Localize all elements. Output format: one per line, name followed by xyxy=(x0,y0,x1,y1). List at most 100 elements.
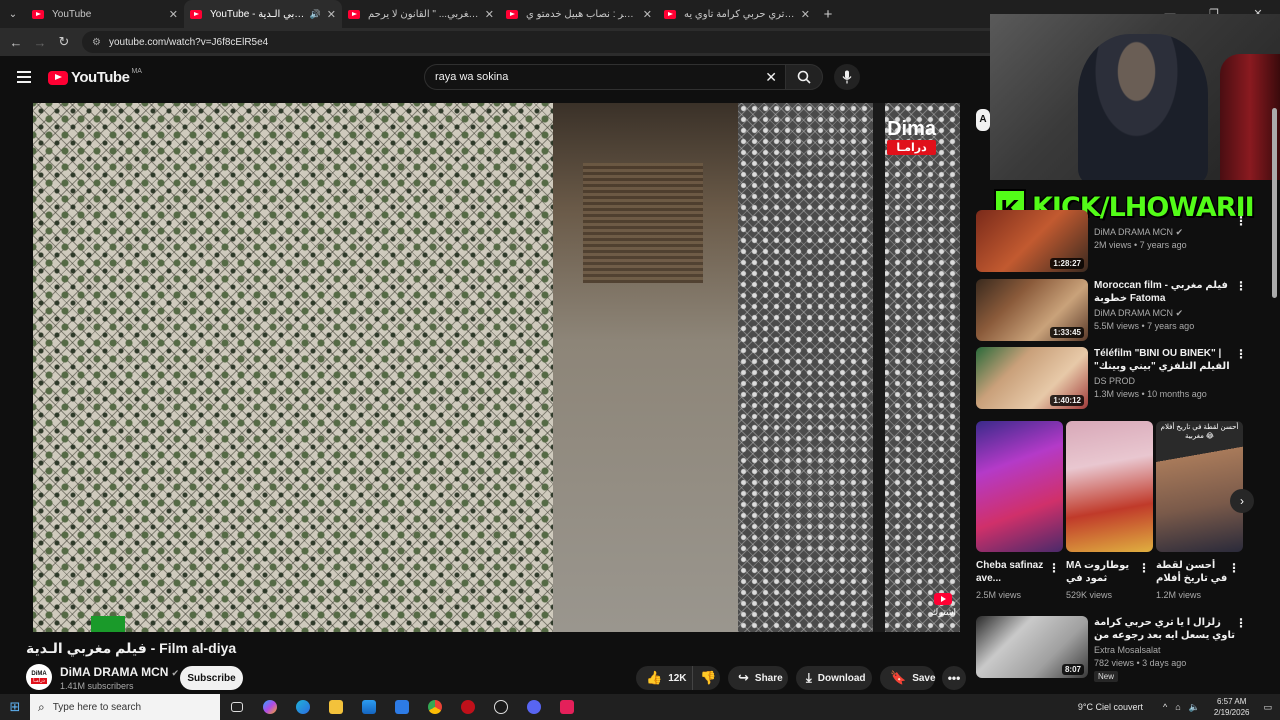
menu-icon[interactable] xyxy=(17,71,31,86)
more-vert-icon[interactable]: ⋮ xyxy=(1138,561,1150,575)
search-button[interactable] xyxy=(785,64,823,90)
more-vert-icon[interactable]: ⋮ xyxy=(1235,616,1247,630)
short-title[interactable]: Cheba safinaz ave... xyxy=(976,559,1048,585)
subscribe-watermark-text: اشترك xyxy=(930,607,956,617)
back-icon[interactable]: ← xyxy=(4,35,28,50)
video-thumbnail[interactable]: 1:33:45 xyxy=(976,279,1088,341)
browser-tab-3[interactable]: فيلم مغربي... " القانون لا يرحم " ✕ xyxy=(342,0,500,28)
speaker-icon[interactable]: 🔊 xyxy=(310,9,321,20)
new-tab-button[interactable]: + xyxy=(816,6,840,23)
verified-icon: ✔ xyxy=(1175,308,1184,318)
tab-close-icon[interactable]: ✕ xyxy=(801,8,810,21)
channel-name[interactable]: DiMA DRAMA MCN xyxy=(60,665,168,679)
tab-title: فيلم مغربي... " القانون لا يرحم " xyxy=(368,8,479,20)
obs-icon[interactable] xyxy=(484,694,517,720)
rec-title[interactable]: Téléfilm "BINI OU BINEK" | الفيلم التلفز… xyxy=(1094,347,1244,373)
search-icon xyxy=(797,70,811,84)
short-thumbnail[interactable] xyxy=(976,421,1063,552)
recommendation-item[interactable]: 1:28:27 DiMA DRAMA MCN ✔ 2M views • 7 ye… xyxy=(976,210,1261,272)
short-title[interactable]: MA يوطاروت ثمود في رمضان xyxy=(1066,559,1138,585)
rec-title[interactable]: Moroccan film - فيلم مغربي خطوبة Fatoma xyxy=(1094,279,1244,305)
browser-tab-4[interactable]: فيلم قصير : نصاب هبيل خدمتو ي... ✕ xyxy=(500,0,658,28)
network-icon[interactable]: ⌂ xyxy=(1175,702,1180,712)
filter-chip[interactable]: A xyxy=(976,109,990,131)
search-input[interactable]: raya wa sokina ✕ xyxy=(424,64,785,90)
share-button[interactable]: ↪ Share xyxy=(728,666,788,690)
volume-icon[interactable]: 🔈 xyxy=(1189,702,1200,713)
watermark-arabic: درامـا xyxy=(887,140,936,155)
video-thumbnail[interactable]: 1:40:12 xyxy=(976,347,1088,409)
task-view-icon[interactable] xyxy=(220,694,253,720)
weather-widget[interactable]: 9°C Ciel couvert xyxy=(1078,702,1143,712)
site-info-icon[interactable]: ⚙ xyxy=(92,37,101,48)
channel-name-row[interactable]: DiMA DRAMA MCN ✔ xyxy=(60,665,179,679)
dima-drama-watermark: Dima درامـا xyxy=(887,119,936,155)
short-thumbnail[interactable] xyxy=(1066,421,1153,552)
like-button[interactable]: 👍 12K xyxy=(636,666,692,690)
subscribe-button[interactable]: Subscribe xyxy=(180,666,243,690)
taskbar-search[interactable]: ⌕ Type here to search xyxy=(30,694,220,720)
microsoft-store-icon[interactable] xyxy=(352,694,385,720)
microphone-icon xyxy=(842,70,852,84)
subscribe-watermark[interactable]: اشترك xyxy=(931,593,956,618)
save-button[interactable]: 🔖 Save xyxy=(880,666,936,690)
mail-icon[interactable] xyxy=(385,694,418,720)
app-icon-red[interactable] xyxy=(451,694,484,720)
windows-taskbar: ⊞ ⌕ Type here to search 9°C Ciel couvert… xyxy=(0,694,1280,720)
more-vert-icon[interactable]: ⋮ xyxy=(1048,561,1060,575)
browser-tab-2-active[interactable]: YouTube - فيلم مغربي الـدية 🔊 ✕ xyxy=(184,0,342,28)
more-vert-icon[interactable]: ⋮ xyxy=(1235,347,1247,361)
clear-search-icon[interactable]: ✕ xyxy=(765,69,777,86)
streamer-webcam xyxy=(990,14,1280,180)
notifications-icon[interactable]: ▭ xyxy=(1263,702,1272,713)
tab-close-icon[interactable]: ✕ xyxy=(169,8,178,21)
browser-tab-1[interactable]: YouTube ✕ xyxy=(26,0,184,28)
reload-icon[interactable]: ↻ xyxy=(52,34,76,50)
verified-icon: ✔ xyxy=(171,668,179,678)
copilot-icon[interactable] xyxy=(253,694,286,720)
page-scrollbar[interactable] xyxy=(1272,108,1277,298)
search-icon: ⌕ xyxy=(38,699,45,714)
windows-start-icon[interactable]: ⊞ xyxy=(0,699,30,715)
short-thumbnail[interactable]: أحسن لقطة في تاريخ أفلام مغربية 😂 xyxy=(1156,421,1243,552)
short-caption: أحسن لقطة في تاريخ أفلام مغربية 😂 xyxy=(1160,424,1239,440)
recommendation-item[interactable]: 1:40:12 Téléfilm "BINI OU BINEK" | الفيل… xyxy=(976,347,1261,409)
chrome-icon[interactable] xyxy=(418,694,451,720)
shorts-shelf: أحسن لقطة في تاريخ أفلام مغربية 😂 › Cheb… xyxy=(976,421,1266,606)
discord-icon[interactable] xyxy=(517,694,550,720)
youtube-logo[interactable]: YouTube MA xyxy=(48,68,142,86)
clock[interactable]: 6:57 AM 2/19/2026 xyxy=(1214,696,1250,718)
more-vert-icon[interactable]: ⋮ xyxy=(1235,279,1247,293)
rec-title[interactable]: زلزال ا يا تري حربي كرامة تاوي يسعل ايه … xyxy=(1094,616,1244,642)
short-title[interactable]: أحسن لقطة في تاريخ أفلام ... xyxy=(1156,559,1228,585)
tab-search-icon[interactable]: ⌄ xyxy=(0,0,26,28)
voice-search-button[interactable] xyxy=(834,64,860,90)
recommendation-item[interactable]: 1:33:45 Moroccan film - فيلم مغربي خطوبة… xyxy=(976,279,1261,341)
chevron-right-icon[interactable]: › xyxy=(1230,489,1254,513)
chevron-up-icon[interactable]: ^ xyxy=(1163,702,1167,712)
browser-tab-5[interactable]: زلزال ا يا تري حربي كرامة تاوي يه... ✕ xyxy=(658,0,816,28)
video-duration: 1:33:45 xyxy=(1050,327,1084,338)
edge-icon[interactable] xyxy=(286,694,319,720)
more-vert-icon[interactable]: ⋮ xyxy=(1235,214,1247,228)
video-thumbnail[interactable]: 8:07 xyxy=(976,616,1088,678)
tab-close-icon[interactable]: ✕ xyxy=(485,8,494,21)
dislike-button[interactable]: 👎 xyxy=(692,666,720,690)
rec-meta: 5.5M views • 7 years ago xyxy=(1094,321,1195,331)
channel-avatar[interactable]: DiMA درامـا xyxy=(26,664,52,690)
more-vert-icon[interactable]: ⋮ xyxy=(1228,561,1240,575)
clock-date: 2/19/2026 xyxy=(1213,708,1250,717)
video-player[interactable]: Dima درامـا اشترك xyxy=(33,103,960,632)
tab-close-icon[interactable]: ✕ xyxy=(327,8,336,21)
download-button[interactable]: ⤓ Download xyxy=(796,666,872,690)
more-actions-button[interactable]: ••• xyxy=(942,666,966,690)
clock-time: 6:57 AM xyxy=(1217,697,1247,706)
like-count: 12K xyxy=(668,672,687,684)
video-thumbnail[interactable]: 1:28:27 xyxy=(976,210,1088,272)
youtube-favicon-icon xyxy=(32,9,44,19)
tab-close-icon[interactable]: ✕ xyxy=(643,8,652,21)
app-icon-pink[interactable] xyxy=(550,694,583,720)
file-explorer-icon[interactable] xyxy=(319,694,352,720)
forward-icon[interactable]: → xyxy=(28,35,52,50)
recommendation-item[interactable]: 8:07 زلزال ا يا تري حربي كرامة تاوي يسعل… xyxy=(976,616,1261,682)
